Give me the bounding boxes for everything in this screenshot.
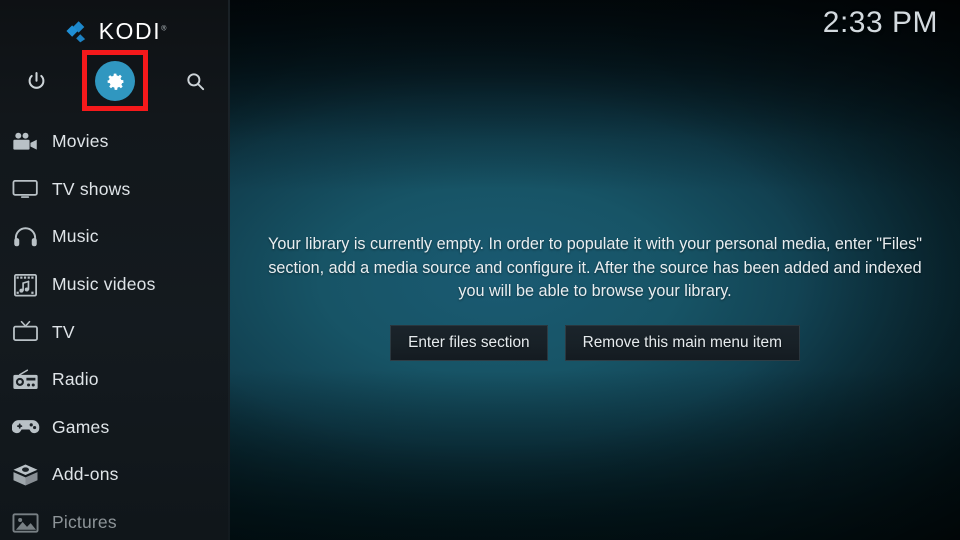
content-area: Your library is currently empty. In orde… xyxy=(230,0,960,540)
sidebar-item-label: Music xyxy=(52,226,99,247)
search-button[interactable] xyxy=(169,55,221,107)
sidebar-item-label: Pictures xyxy=(52,512,117,533)
headphones-icon xyxy=(9,222,42,252)
sidebar-item-tv[interactable]: TV xyxy=(0,308,230,356)
sidebar-item-label: TV shows xyxy=(52,178,131,199)
sidebar-item-add-ons[interactable]: Add-ons xyxy=(0,451,230,499)
gamepad-icon xyxy=(9,412,42,442)
sidebar-item-label: Add-ons xyxy=(52,464,119,485)
sidebar-item-label: Radio xyxy=(52,369,99,390)
movie-camera-icon xyxy=(9,127,42,157)
search-icon xyxy=(186,72,204,90)
empty-library-message: Your library is currently empty. In orde… xyxy=(268,235,922,300)
film-music-icon xyxy=(9,270,42,300)
clock: 2:33 PM xyxy=(822,6,938,39)
kodi-window: 2:33 PM KODI® Movies TV shows Music Musi… xyxy=(0,0,960,540)
sidebar-item-tv-shows[interactable]: TV shows xyxy=(0,166,230,214)
photo-icon xyxy=(9,508,42,538)
enter-files-section-button[interactable]: Enter files section xyxy=(390,324,548,361)
radio-icon xyxy=(9,365,42,395)
sidebar-item-label: Music videos xyxy=(52,274,156,295)
tv-antenna-icon xyxy=(9,317,42,347)
television-icon xyxy=(9,174,42,204)
sidebar-top-icons xyxy=(0,55,230,107)
app-name: KODI xyxy=(98,17,162,44)
gear-icon xyxy=(107,73,124,90)
settings-button-circle xyxy=(95,61,135,101)
app-logo: KODI® xyxy=(0,14,230,48)
settings-button[interactable] xyxy=(89,55,141,107)
main-menu: Movies TV shows Music Music videos TV Ra… xyxy=(0,118,230,540)
sidebar-item-music-videos[interactable]: Music videos xyxy=(0,261,230,309)
sidebar-item-label: Games xyxy=(52,416,110,437)
sidebar-item-music[interactable]: Music xyxy=(0,213,230,261)
sidebar: KODI® Movies TV shows Music Music videos… xyxy=(0,0,230,540)
app-trademark: ® xyxy=(161,24,167,32)
power-button[interactable] xyxy=(10,55,62,107)
sidebar-item-label: TV xyxy=(52,321,75,342)
remove-main-menu-item-button[interactable]: Remove this main menu item xyxy=(564,324,800,361)
power-icon xyxy=(28,71,44,89)
app-logo-text: KODI® xyxy=(98,17,167,44)
sidebar-item-pictures[interactable]: Pictures xyxy=(0,499,230,540)
action-button-row: Enter files section Remove this main men… xyxy=(390,324,800,361)
sidebar-item-movies[interactable]: Movies xyxy=(0,118,230,166)
sidebar-item-label: Movies xyxy=(52,131,109,152)
kodi-logo-icon xyxy=(66,21,85,43)
sidebar-item-games[interactable]: Games xyxy=(0,404,230,452)
sidebar-item-radio[interactable]: Radio xyxy=(0,356,230,404)
open-box-icon xyxy=(9,460,42,490)
